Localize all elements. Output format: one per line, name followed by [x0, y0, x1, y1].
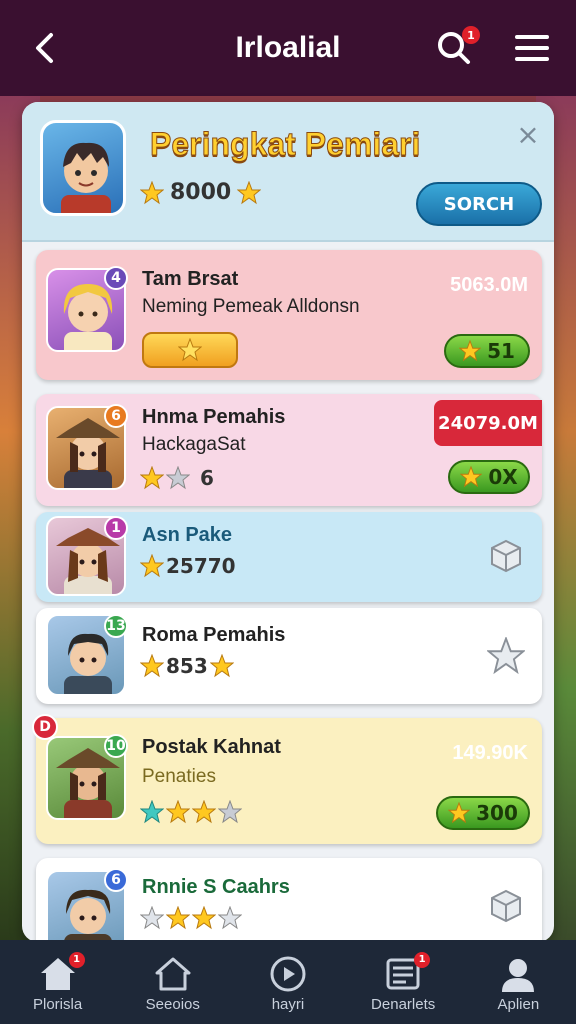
list-item[interactable]: 4 Tam Brsat Neming Pemeak Alldonsn 5063.…	[36, 250, 542, 380]
nav-label: hayri	[271, 995, 305, 1013]
close-icon[interactable]: ×	[514, 118, 542, 151]
star-reward-button[interactable]	[142, 332, 238, 368]
leaderboard-title: Peringkat Pemiari	[149, 126, 421, 163]
player-score: 853	[140, 654, 234, 678]
bottom-navigation: 1 Plorisla Seeoios hayri 1 Denarlets Apl…	[0, 940, 576, 1024]
star-count-pill[interactable]: 51	[444, 334, 530, 368]
star-icon	[140, 554, 164, 578]
star-icon	[166, 906, 190, 930]
player-score: 25770	[140, 554, 236, 578]
nav-label: Plorisla	[33, 995, 83, 1013]
list-item[interactable]: 13 Roma Pemahis 853	[36, 608, 542, 704]
player-subtitle: Neming Pemeak Alldonsn	[142, 296, 360, 317]
star-icon	[140, 654, 164, 678]
player-name: Postak Kahnat	[142, 736, 281, 758]
rank-badge: 6	[104, 868, 128, 892]
nav-item-play[interactable]: hayri	[233, 956, 343, 1013]
profile-icon	[502, 958, 535, 992]
star-icon	[140, 466, 164, 490]
player-name: Roma Pemahis	[142, 624, 286, 646]
nav-item-home[interactable]: 1 Plorisla	[3, 951, 113, 1013]
star-empty-icon	[166, 466, 190, 490]
notification-badge: 1	[414, 951, 431, 968]
nav-label: Denarlets	[371, 995, 436, 1013]
star-icon	[192, 800, 216, 824]
star-icon	[237, 180, 262, 204]
pill-value: 51	[487, 339, 515, 363]
star-outline-icon[interactable]	[486, 636, 526, 676]
star-icon	[459, 340, 482, 362]
nav-item-profile[interactable]: Aplien	[463, 956, 573, 1013]
house-outline-icon	[155, 957, 191, 990]
star-teal-icon	[140, 800, 164, 824]
nav-label: Seeoios	[145, 995, 200, 1013]
player-value: 149.90K	[452, 742, 528, 764]
star-count-pill[interactable]: 300	[436, 796, 530, 830]
star-icon	[166, 800, 190, 824]
score-value: 6	[200, 466, 214, 490]
player-name: Hnma Pemahis	[142, 406, 286, 428]
leaderboard-panel: Peringkat Pemiari 8000 × SORCH 4 Tam Brs…	[22, 102, 554, 942]
rank-badge: 6	[104, 404, 128, 428]
rank-badge: 1	[104, 516, 128, 540]
play-icon	[270, 956, 306, 991]
score-value: 25770	[166, 554, 236, 578]
player-avatar	[40, 120, 126, 216]
star-icon	[178, 338, 202, 362]
cube-icon[interactable]	[486, 886, 526, 926]
list-item[interactable]: D 10 Postak Kahnat Penaties 149.90K 300	[32, 714, 542, 844]
star-icon	[209, 654, 234, 678]
star-empty-icon	[218, 906, 242, 930]
notification-badge: 1	[68, 951, 85, 968]
player-subtitle: HackagaSat	[142, 434, 246, 455]
menu-button[interactable]	[512, 28, 552, 68]
star-empty-icon	[140, 906, 164, 930]
search-leaderboard-button[interactable]: SORCH	[416, 182, 542, 226]
back-arrow-icon[interactable]	[24, 28, 64, 68]
panel-header: Peringkat Pemiari 8000 × SORCH	[22, 102, 554, 242]
score-value: 8000	[170, 180, 232, 205]
rank-badge: 4	[104, 266, 128, 290]
score-value: 853	[166, 654, 208, 678]
top-bar: Irloalial 1	[0, 0, 576, 96]
rank-badge: 13	[104, 614, 128, 638]
player-subtitle: Penaties	[142, 766, 216, 787]
nav-item-news[interactable]: 1 Denarlets	[348, 951, 458, 1013]
hamburger-icon	[515, 35, 549, 61]
star-icon	[448, 802, 471, 824]
pill-value: 300	[476, 801, 518, 825]
star-icon	[140, 180, 164, 204]
value-tag: 24079.0M	[434, 400, 542, 446]
player-name: Tam Brsat	[142, 268, 239, 290]
pill-value: 0X	[488, 465, 518, 489]
nav-label: Aplien	[497, 995, 540, 1013]
cube-icon[interactable]	[486, 536, 526, 576]
list-item[interactable]: 6 Rnnie S Caahrs	[36, 858, 542, 942]
star-icon	[460, 466, 483, 488]
nav-item-search[interactable]: Seeoios	[118, 956, 228, 1013]
star-rating: 6	[140, 466, 214, 490]
player-name: Rnnie S Caahrs	[142, 876, 290, 898]
notification-badge: 1	[462, 26, 480, 44]
list-item[interactable]: 1 Asn Pake 25770	[36, 512, 542, 602]
star-count-pill[interactable]: 0X	[448, 460, 530, 494]
player-score: 8000	[140, 180, 262, 205]
star-icon	[192, 906, 216, 930]
star-empty-icon	[218, 800, 242, 824]
search-button[interactable]: 1	[434, 26, 480, 68]
player-value: 5063.0M	[450, 274, 528, 296]
list-item[interactable]: 6 Hnma Pemahis HackagaSat 6 24079.0M 0X	[36, 394, 542, 506]
star-rating	[140, 906, 242, 930]
player-name: Asn Pake	[142, 524, 233, 546]
star-rating	[140, 800, 242, 824]
rank-badge: 10	[104, 734, 128, 758]
